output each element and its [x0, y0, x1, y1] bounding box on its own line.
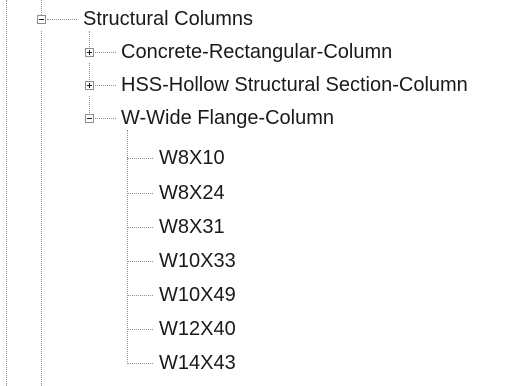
- tree-guide-line: [41, 31, 42, 386]
- tree-node-section[interactable]: W8X31: [159, 215, 225, 239]
- tree-branch-line: [95, 52, 116, 53]
- tree-node-w-wide-flange-column[interactable]: W-Wide Flange-Column: [121, 106, 334, 130]
- tree-branch-line: [127, 227, 153, 228]
- tree-node-section[interactable]: W8X10: [159, 146, 225, 170]
- tree-branch-line: [127, 329, 153, 330]
- tree-branch-line: [127, 261, 153, 262]
- tree-guide-line: [6, 0, 7, 386]
- expand-toggle-icon[interactable]: [85, 81, 94, 90]
- tree-node-concrete-rectangular-column[interactable]: Concrete-Rectangular-Column: [121, 40, 392, 64]
- project-browser-tree: Structural Columns Concrete-Rectangular-…: [0, 0, 513, 386]
- tree-branch-line: [95, 118, 116, 119]
- tree-node-section[interactable]: W10X49: [159, 283, 236, 307]
- tree-node-section[interactable]: W14X43: [159, 351, 236, 375]
- tree-node-hss-hollow-structural-section-column[interactable]: HSS-Hollow Structural Section-Column: [121, 73, 468, 97]
- tree-node-section[interactable]: W12X40: [159, 317, 236, 341]
- tree-node-section[interactable]: W10X33: [159, 249, 236, 273]
- tree-node-structural-columns[interactable]: Structural Columns: [83, 7, 253, 31]
- tree-node-section[interactable]: W8X24: [159, 181, 225, 205]
- tree-branch-line: [127, 295, 153, 296]
- tree-branch-line: [127, 363, 153, 364]
- collapse-toggle-icon[interactable]: [85, 114, 94, 123]
- expand-toggle-icon[interactable]: [85, 48, 94, 57]
- tree-branch-line: [95, 85, 116, 86]
- tree-branch-line: [127, 193, 153, 194]
- collapse-toggle-icon[interactable]: [37, 15, 46, 24]
- tree-branch-line: [47, 19, 77, 20]
- tree-branch-line: [127, 158, 153, 159]
